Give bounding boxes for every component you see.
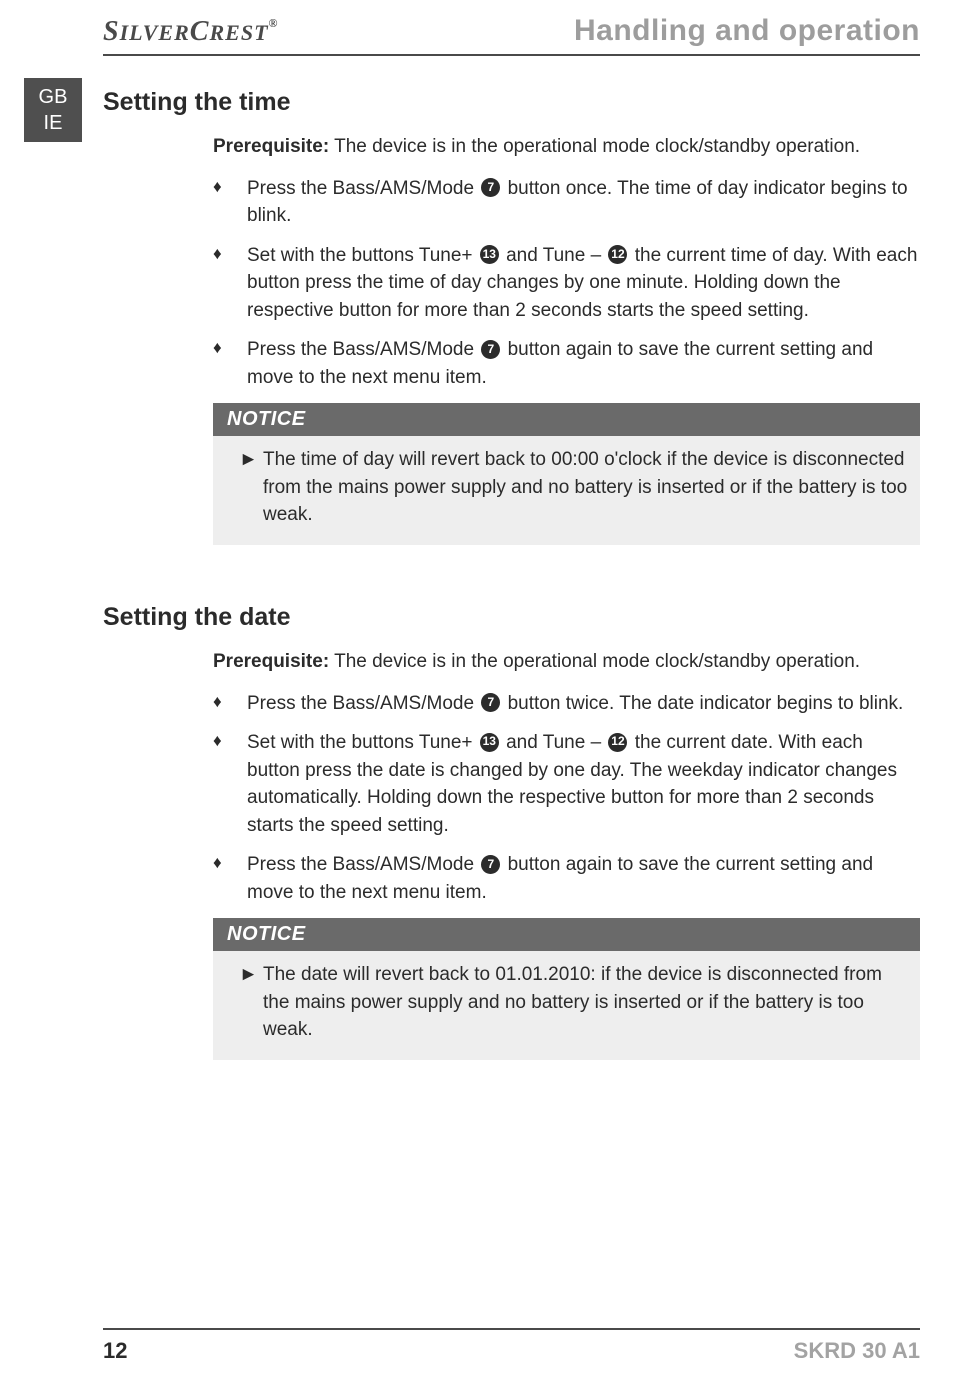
ref-badge: 13 <box>480 733 499 752</box>
logo-rest: REST <box>209 20 268 45</box>
section-heading: Setting the time <box>103 88 920 117</box>
logo-c: C <box>190 16 210 47</box>
ref-badge: 13 <box>480 245 499 264</box>
page-header: SILVERCREST® Handling and operation <box>103 14 920 56</box>
lang-ie: IE <box>44 110 63 136</box>
notice-box: NOTICE ► The time of day will revert bac… <box>213 403 920 545</box>
step-text: Press the Bass/AMS/Mode 7 button again t… <box>247 851 920 906</box>
step-text: Press the Bass/AMS/Mode 7 button once. T… <box>247 175 920 230</box>
prereq-label: Prerequisite: <box>213 651 329 672</box>
notice-header: NOTICE <box>213 918 920 951</box>
step-text: Press the Bass/AMS/Mode 7 button again t… <box>247 336 920 391</box>
diamond-bullet-icon: ♦ <box>213 690 247 718</box>
ref-badge: 7 <box>481 178 500 197</box>
section-setting-time: Setting the time Prerequisite: The devic… <box>103 88 920 545</box>
prerequisite-line: Prerequisite: The device is in the opera… <box>213 133 920 161</box>
diamond-bullet-icon: ♦ <box>213 729 247 839</box>
section-setting-date: Setting the date Prerequisite: The devic… <box>103 603 920 1060</box>
diamond-bullet-icon: ♦ <box>213 175 247 230</box>
ref-badge: 12 <box>608 245 627 264</box>
page-footer: 12 SKRD 30 A1 <box>0 1328 960 1364</box>
step-item: ♦ Press the Bass/AMS/Mode 7 button again… <box>213 336 920 391</box>
ref-badge: 12 <box>608 733 627 752</box>
registered-icon: ® <box>269 16 279 30</box>
notice-text: The time of day will revert back to 00:0… <box>263 446 908 529</box>
prereq-text: The device is in the operational mode cl… <box>329 651 860 672</box>
diamond-bullet-icon: ♦ <box>213 242 247 325</box>
notice-header: NOTICE <box>213 403 920 436</box>
step-text: Set with the buttons Tune+ 13 and Tune –… <box>247 729 920 839</box>
lang-gb: GB <box>39 84 68 110</box>
logo-s: S <box>103 16 120 47</box>
triangle-bullet-icon: ► <box>239 446 263 529</box>
prereq-label: Prerequisite: <box>213 136 329 157</box>
ref-badge: 7 <box>481 855 500 874</box>
step-text: Press the Bass/AMS/Mode 7 button twice. … <box>247 690 920 718</box>
notice-text: The date will revert back to 01.01.2010:… <box>263 961 908 1044</box>
step-item: ♦ Set with the buttons Tune+ 13 and Tune… <box>213 729 920 839</box>
model-number: SKRD 30 A1 <box>794 1338 920 1364</box>
notice-item: ► The date will revert back to 01.01.201… <box>213 951 920 1060</box>
triangle-bullet-icon: ► <box>239 961 263 1044</box>
prereq-text: The device is in the operational mode cl… <box>329 136 860 157</box>
logo-ilver: ILVER <box>120 20 190 45</box>
ref-badge: 7 <box>481 340 500 359</box>
notice-item: ► The time of day will revert back to 00… <box>213 436 920 545</box>
step-item: ♦ Set with the buttons Tune+ 13 and Tune… <box>213 242 920 325</box>
step-item: ♦ Press the Bass/AMS/Mode 7 button once.… <box>213 175 920 230</box>
ref-badge: 7 <box>481 693 500 712</box>
notice-box: NOTICE ► The date will revert back to 01… <box>213 918 920 1060</box>
language-tab: GB IE <box>24 78 82 142</box>
chapter-title: Handling and operation <box>574 14 920 48</box>
step-item: ♦ Press the Bass/AMS/Mode 7 button twice… <box>213 690 920 718</box>
diamond-bullet-icon: ♦ <box>213 851 247 906</box>
diamond-bullet-icon: ♦ <box>213 336 247 391</box>
step-text: Set with the buttons Tune+ 13 and Tune –… <box>247 242 920 325</box>
page-number: 12 <box>103 1338 127 1364</box>
brand-logo: SILVERCREST® <box>103 16 278 48</box>
step-item: ♦ Press the Bass/AMS/Mode 7 button again… <box>213 851 920 906</box>
section-heading: Setting the date <box>103 603 920 632</box>
prerequisite-line: Prerequisite: The device is in the opera… <box>213 648 920 676</box>
